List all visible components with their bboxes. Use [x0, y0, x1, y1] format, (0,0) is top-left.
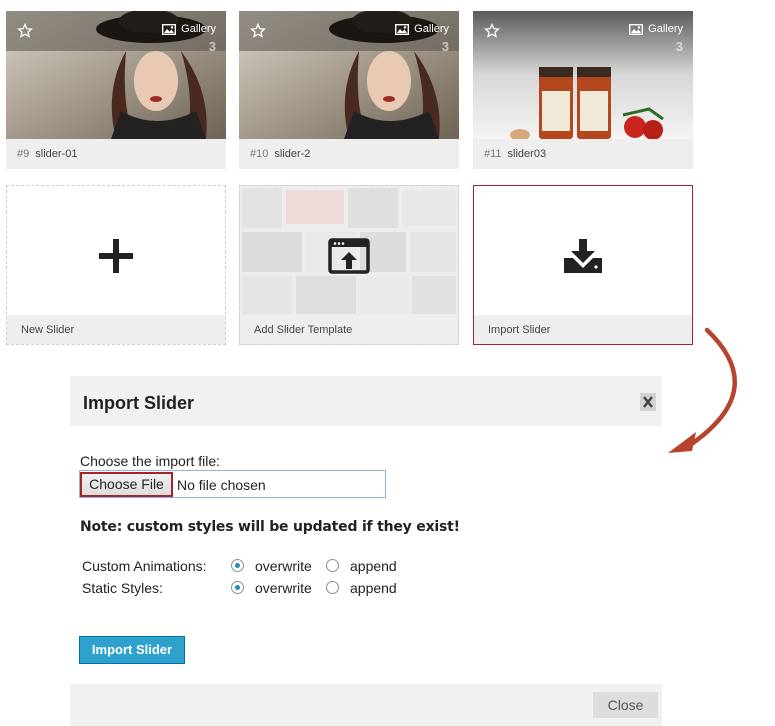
image-icon [395, 23, 410, 35]
slider-footer: #11 slider03 [473, 139, 693, 169]
favorite-star-icon[interactable] [250, 23, 266, 39]
slider-card[interactable]: Gallery 3 #11 slider03 [473, 11, 693, 169]
gallery-badge: Gallery [395, 23, 449, 35]
custom-animations-overwrite-label: overwrite [255, 558, 312, 574]
slider-footer: #9 slider-01 [6, 139, 226, 169]
new-slider-tile[interactable]: New Slider [6, 185, 226, 345]
gallery-badge: Gallery [162, 23, 216, 35]
static-styles-label: Static Styles: [82, 580, 163, 596]
upload-window-icon [328, 238, 370, 274]
choose-file-label: Choose the import file: [80, 453, 221, 469]
image-icon [629, 23, 644, 35]
custom-animations-append-label: append [350, 558, 397, 574]
slider-card[interactable]: Gallery 3 #10 slider-2 [239, 11, 459, 169]
slide-count: 3 [208, 39, 216, 54]
slider-name[interactable]: slider03 [508, 148, 547, 160]
custom-animations-label: Custom Animations: [82, 558, 207, 574]
import-slider-button[interactable]: Import Slider [79, 636, 185, 664]
gallery-label: Gallery [648, 23, 683, 35]
slider-name[interactable]: slider-2 [274, 148, 310, 160]
close-icon [643, 396, 653, 408]
gallery-label: Gallery [414, 23, 449, 35]
slider-id: #10 [250, 148, 269, 160]
static-styles-append-radio[interactable] [326, 581, 339, 594]
new-slider-label: New Slider [7, 315, 225, 344]
favorite-star-icon[interactable] [484, 23, 500, 39]
plus-icon [99, 239, 133, 273]
favorite-star-icon[interactable] [17, 23, 33, 39]
file-status-text: No file chosen [177, 477, 266, 493]
static-styles-overwrite-radio[interactable] [231, 581, 244, 594]
slider-card[interactable]: Gallery 3 #9 slider-01 [6, 11, 226, 169]
dialog-close-button[interactable] [640, 393, 656, 411]
static-styles-append-label: append [350, 580, 397, 596]
slider-name[interactable]: slider-01 [35, 148, 77, 160]
dialog-footer: Close [70, 684, 662, 726]
image-icon [162, 23, 177, 35]
add-slider-template-label: Add Slider Template [240, 315, 458, 344]
close-button[interactable]: Close [593, 692, 658, 718]
custom-animations-overwrite-radio[interactable] [231, 559, 244, 572]
slider-footer: #10 slider-2 [239, 139, 459, 169]
import-dialog-header: Import Slider [70, 376, 662, 426]
slide-count: 3 [441, 39, 449, 54]
slider-id: #9 [17, 148, 30, 160]
add-slider-template-tile[interactable]: Add Slider Template [239, 185, 459, 345]
gallery-label: Gallery [181, 23, 216, 35]
styles-note: Note: custom styles will be updated if t… [80, 519, 460, 535]
curved-arrow-annotation [668, 327, 737, 453]
slide-count: 3 [675, 39, 683, 54]
gallery-badge: Gallery [629, 23, 683, 35]
custom-animations-append-radio[interactable] [326, 559, 339, 572]
static-styles-overwrite-label: overwrite [255, 580, 312, 596]
choose-file-button[interactable]: Choose File [80, 472, 173, 497]
download-tray-icon [564, 239, 602, 273]
slider-id: #11 [484, 148, 502, 160]
dialog-title: Import Slider [83, 393, 195, 413]
